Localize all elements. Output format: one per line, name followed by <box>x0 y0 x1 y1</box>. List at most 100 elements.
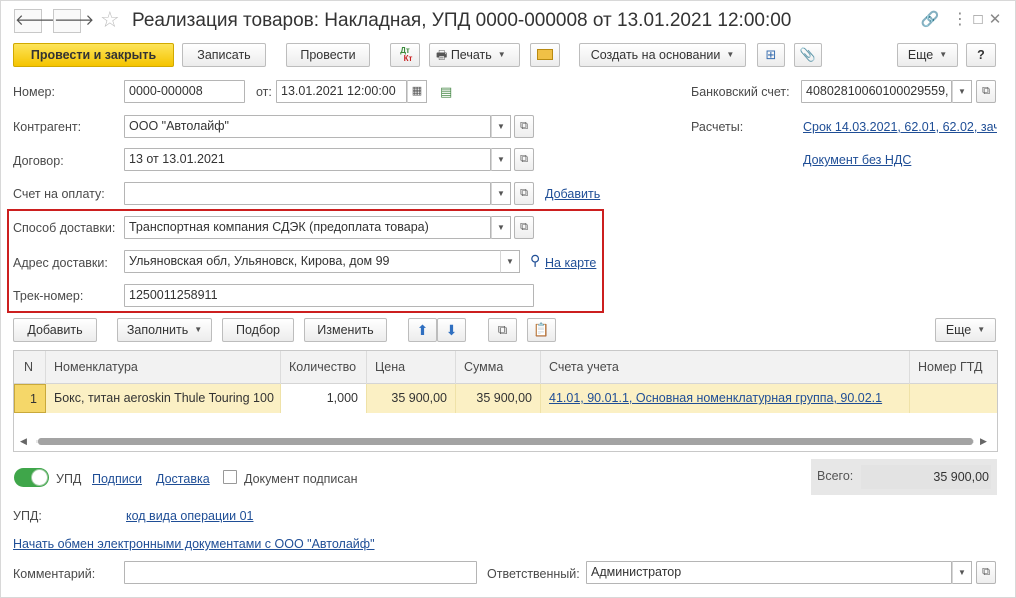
show-on-map-link[interactable]: На карте <box>545 255 596 271</box>
signed-checkbox[interactable] <box>223 470 237 484</box>
responsible-field[interactable]: Администратор <box>586 561 952 584</box>
print-button[interactable]: 🖶 Печать ▼ <box>429 43 520 67</box>
column-header-sum[interactable]: Сумма <box>456 351 541 384</box>
delivery-method-dropdown[interactable]: ▼ <box>491 216 511 239</box>
contract-label: Договор: <box>13 154 64 168</box>
chevron-down-icon: ▼ <box>497 122 505 131</box>
operation-code-link[interactable]: код вида операции 01 <box>126 508 253 524</box>
cell-sum[interactable]: 35 900,00 <box>456 384 541 413</box>
invoice-dropdown[interactable]: ▼ <box>491 182 511 205</box>
accounts-link[interactable]: 41.01, 90.01.1, Основная номенклатурная … <box>549 391 882 405</box>
scroll-thumb[interactable] <box>38 438 973 445</box>
open-icon: ⧉ <box>520 153 528 165</box>
open-icon: ⧉ <box>520 120 528 132</box>
delivery-address-dropdown[interactable]: ▼ <box>500 250 520 273</box>
settlements-link[interactable]: Срок 14.03.2021, 62.01, 62.02, зачет ава… <box>803 119 997 135</box>
upd-toggle[interactable] <box>14 468 49 487</box>
calendar-icon: ▦ <box>411 85 423 97</box>
post-and-close-button[interactable]: Провести и закрыть <box>13 43 174 67</box>
cell-gtd[interactable] <box>910 384 997 413</box>
column-header-gtd[interactable]: Номер ГТД <box>910 351 997 384</box>
paperclip-icon: 📎 <box>799 47 817 62</box>
comment-field[interactable] <box>124 561 477 584</box>
structure-button[interactable]: ⊞ <box>757 43 785 67</box>
add-invoice-link[interactable]: Добавить <box>545 186 600 202</box>
delivery-method-field[interactable]: Транспортная компания СДЭК (предоплата т… <box>124 216 491 239</box>
copy-row-button[interactable]: ⧉ <box>488 318 517 342</box>
column-header-item[interactable]: Номенклатура <box>46 351 281 384</box>
forward-button[interactable]: 🡒 <box>53 9 94 33</box>
help-button[interactable]: ? <box>966 43 996 67</box>
horizontal-scrollbar[interactable]: ◀ ▶ <box>18 435 992 447</box>
bank-account-dropdown[interactable]: ▼ <box>952 80 972 103</box>
dtkt-button[interactable]: Дт Кт <box>390 43 420 67</box>
date-label: от: <box>256 85 272 99</box>
move-down-button[interactable]: ⬇ <box>437 318 466 342</box>
counterparty-open-button[interactable]: ⧉ <box>514 115 534 138</box>
back-button[interactable]: 🡐 <box>14 9 55 33</box>
bank-account-open-button[interactable]: ⧉ <box>976 80 996 103</box>
delivery-method-open-button[interactable]: ⧉ <box>514 216 534 239</box>
table-more-button[interactable]: Еще ▼ <box>935 318 996 342</box>
chevron-down-icon: ▼ <box>497 189 505 198</box>
paste-row-button[interactable]: 📋 <box>527 318 556 342</box>
email-button[interactable] <box>530 43 560 67</box>
settlements-label: Расчеты: <box>691 120 744 134</box>
cell-quantity[interactable]: 1,000 <box>281 384 367 413</box>
cell-item[interactable]: Бокс, титан aeroskin Thule Touring 100 <box>46 384 281 413</box>
scroll-left-icon[interactable]: ◀ <box>20 436 27 447</box>
signatures-link[interactable]: Подписи <box>92 471 142 487</box>
track-number-label: Трек-номер: <box>13 289 84 303</box>
invoice-label: Счет на оплату: <box>13 187 105 201</box>
column-header-accounts[interactable]: Счета учета <box>541 351 910 384</box>
scroll-right-icon[interactable]: ▶ <box>980 436 987 447</box>
cell-accounts[interactable]: 41.01, 90.01.1, Основная номенклатурная … <box>541 384 910 413</box>
edo-exchange-link[interactable]: Начать обмен электронными документами с … <box>13 536 375 552</box>
save-button[interactable]: Записать <box>182 43 266 67</box>
responsible-label: Ответственный: <box>487 567 580 581</box>
table-header: N Номенклатура Количество Цена Сумма Сче… <box>14 351 997 384</box>
vat-document-link[interactable]: Документ без НДС <box>803 152 911 168</box>
selection-button[interactable]: Подбор <box>222 318 294 342</box>
track-number-field[interactable]: 1250011258911 <box>124 284 534 307</box>
column-header-n[interactable]: N <box>14 351 46 384</box>
invoice-open-button[interactable]: ⧉ <box>514 182 534 205</box>
counterparty-label: Контрагент: <box>13 120 82 134</box>
column-header-price[interactable]: Цена <box>367 351 456 384</box>
calendar-button[interactable]: ▦ <box>407 80 427 103</box>
star-icon[interactable]: ☆ <box>100 7 120 33</box>
column-header-quantity[interactable]: Количество <box>281 351 367 384</box>
more-button[interactable]: Еще ▼ <box>897 43 958 67</box>
counterparty-dropdown[interactable]: ▼ <box>491 115 511 138</box>
copy-icon: ⧉ <box>497 322 508 337</box>
cell-n[interactable]: 1 <box>14 384 46 413</box>
contract-dropdown[interactable]: ▼ <box>491 148 511 171</box>
comment-label: Комментарий: <box>13 567 96 581</box>
upd-label: УПД: <box>13 509 42 523</box>
change-button[interactable]: Изменить <box>304 318 387 342</box>
contract-open-button[interactable]: ⧉ <box>514 148 534 171</box>
delivery-address-field[interactable]: Ульяновская обл, Ульяновск, Кирова, дом … <box>124 250 501 273</box>
open-icon: ⧉ <box>982 85 990 97</box>
bank-account-field[interactable]: 40802810060100029559, ПАО СБЕРБАНК <box>801 80 952 103</box>
move-up-button[interactable]: ⬆ <box>408 318 437 342</box>
table-row[interactable]: 1 Бокс, титан aeroskin Thule Touring 100… <box>14 384 997 413</box>
date-field[interactable]: 13.01.2021 12:00:00 <box>276 80 407 103</box>
number-label: Номер: <box>13 85 55 99</box>
counterparty-field[interactable]: ООО "Автолайф" <box>124 115 491 138</box>
create-based-on-button[interactable]: Создать на основании ▼ <box>579 43 746 67</box>
cell-price[interactable]: 35 900,00 <box>367 384 456 413</box>
vertical-dots-icon[interactable]: ⋮ <box>950 9 970 31</box>
link-icon[interactable]: 🔗 <box>920 9 940 31</box>
add-row-button[interactable]: Добавить <box>13 318 97 342</box>
fill-button[interactable]: Заполнить ▼ <box>117 318 212 342</box>
close-icon[interactable]: ✕ <box>985 9 1005 31</box>
number-field[interactable]: 0000-000008 <box>124 80 245 103</box>
attach-button[interactable]: 📎 <box>794 43 822 67</box>
delivery-link[interactable]: Доставка <box>156 471 210 487</box>
responsible-open-button[interactable]: ⧉ <box>976 561 996 584</box>
invoice-field[interactable] <box>124 182 491 205</box>
post-button[interactable]: Провести <box>286 43 370 67</box>
responsible-dropdown[interactable]: ▼ <box>952 561 972 584</box>
contract-field[interactable]: 13 от 13.01.2021 <box>124 148 491 171</box>
